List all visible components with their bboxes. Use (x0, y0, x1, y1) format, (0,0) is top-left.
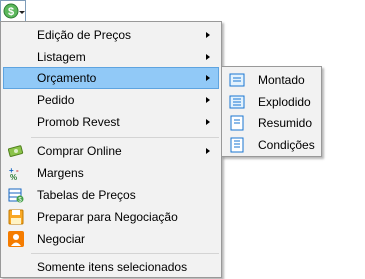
menu-item-label: Somente itens selecionados (37, 260, 188, 274)
menu-item-comprar-online[interactable]: Comprar Online (3, 140, 219, 162)
menu-item-label: Negociar (37, 232, 86, 246)
menu-item-label: Tabelas de Preços (37, 188, 136, 202)
submenu-item-condicoes[interactable]: Condições (224, 134, 319, 156)
menu-item-label: Orçamento (37, 71, 97, 85)
assembled-icon (229, 72, 245, 88)
chevron-down-icon (19, 11, 25, 14)
conditions-icon (229, 137, 245, 153)
svg-text:%: % (10, 173, 17, 181)
price-table-icon: $ (8, 187, 24, 204)
menu-item-label: Comprar Online (37, 144, 122, 158)
submenu-item-explodido[interactable]: Explodido (224, 91, 319, 113)
menu-item-label: Edição de Preços (37, 28, 132, 42)
submenu-item-resumido[interactable]: Resumido (224, 112, 319, 134)
svg-text:$: $ (8, 6, 14, 18)
save-icon (8, 209, 24, 225)
orcamento-submenu: Montado Explodido Resumido Condições (221, 66, 322, 157)
menu-item-orcamento[interactable]: Orçamento (3, 67, 219, 89)
menu-item-margens[interactable]: + - % Margens (3, 162, 219, 184)
chevron-right-icon (206, 32, 210, 38)
summary-icon (229, 115, 245, 131)
menu-item-label: Pedido (37, 93, 75, 107)
chevron-right-icon (206, 119, 210, 125)
money-icon (7, 143, 24, 159)
menu-item-label: Promob Revest (37, 115, 120, 129)
submenu-item-label: Explodido (258, 95, 311, 109)
submenu-item-label: Montado (258, 73, 305, 87)
menu-separator (31, 137, 219, 138)
chevron-right-icon (206, 54, 210, 60)
submenu-item-label: Resumido (258, 116, 313, 130)
chevron-right-icon (206, 97, 210, 103)
chevron-right-icon (206, 75, 210, 81)
menu-item-label: Preparar para Negociação (37, 210, 178, 224)
person-icon (8, 231, 24, 247)
chevron-right-icon (206, 148, 210, 154)
margins-icon: + - % (8, 165, 24, 182)
menu-separator (31, 253, 219, 254)
menu-item-edicao-precos[interactable]: Edição de Preços (3, 24, 219, 46)
menu-item-somente-selecionados[interactable]: Somente itens selecionados (3, 256, 219, 278)
menu-item-pedido[interactable]: Pedido (3, 89, 219, 111)
exploded-icon (229, 94, 245, 110)
submenu-item-montado[interactable]: Montado (224, 69, 319, 91)
menu-item-promob-revest[interactable]: Promob Revest (3, 111, 219, 133)
price-menu: Edição de Preços Listagem Orçamento Pedi… (0, 21, 222, 278)
menu-item-preparar-negociacao[interactable]: Preparar para Negociação (3, 206, 219, 228)
menu-item-label: Listagem (37, 50, 86, 64)
menu-item-tabelas-precos[interactable]: $ Tabelas de Preços (3, 184, 219, 206)
menu-item-label: Margens (37, 166, 84, 180)
dollar-price-icon: $ (3, 3, 19, 19)
menu-item-negociar[interactable]: Negociar (3, 228, 219, 250)
menu-item-listagem[interactable]: Listagem (3, 46, 219, 68)
submenu-item-label: Condições (258, 138, 315, 152)
